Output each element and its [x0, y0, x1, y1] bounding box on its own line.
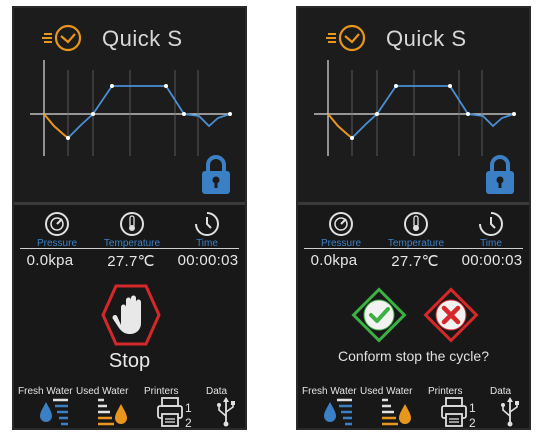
printer-number-1: 1	[185, 401, 192, 415]
printer-icon[interactable]: 1 2	[441, 396, 481, 430]
confirm-button[interactable]	[350, 286, 408, 344]
printer-icon[interactable]: 1 2	[157, 396, 197, 430]
program-name: Quick S	[386, 26, 467, 51]
gauge-icon	[329, 212, 353, 236]
cycle-pressure-graph	[314, 60, 516, 156]
clock-program-icon	[42, 24, 82, 52]
autoclave-screen-running: Quick S Pressure Temperature Time 0.0kpa…	[12, 6, 247, 430]
used-water-icon[interactable]	[380, 396, 412, 426]
time-value: 00:00:03	[461, 252, 523, 269]
clock-program-icon	[326, 24, 366, 52]
stop-hand-button[interactable]	[101, 283, 161, 347]
temperature-value: 27.7℃	[107, 253, 155, 270]
confirm-stop-message: Conform stop the cycle?	[338, 348, 489, 364]
fresh-water-icon[interactable]	[322, 396, 354, 426]
cycle-pressure-graph	[30, 60, 232, 156]
panel-divider	[298, 202, 529, 205]
cycle-graph-panel: Quick S	[298, 8, 529, 202]
cycle-graph-panel: Quick S	[14, 8, 245, 202]
clock-icon	[195, 212, 219, 236]
panel-divider	[14, 202, 245, 205]
thermometer-icon	[120, 212, 144, 236]
thermometer-icon	[404, 212, 428, 236]
sensor-readouts: Pressure Temperature Time 0.0kpa 27.7℃ 0…	[14, 208, 245, 278]
sensor-rule	[20, 248, 239, 249]
pressure-value: 0.0kpa	[310, 252, 358, 269]
pressure-value: 0.0kpa	[26, 252, 74, 269]
temperature-value: 27.7℃	[391, 253, 439, 270]
stop-label[interactable]: Stop	[14, 350, 245, 373]
printer-number-1: 1	[469, 401, 476, 415]
printer-number-2: 2	[469, 416, 476, 430]
printer-number-2: 2	[185, 416, 192, 430]
hand-icon	[112, 295, 141, 334]
padlock-icon[interactable]	[199, 154, 233, 196]
usb-icon[interactable]	[214, 396, 238, 428]
program-name: Quick S	[102, 26, 183, 51]
sensor-readouts: Pressure Temperature Time 0.0kpa 27.7℃ 0…	[298, 208, 529, 278]
padlock-icon[interactable]	[483, 154, 517, 196]
usb-icon[interactable]	[498, 396, 522, 428]
used-water-icon[interactable]	[96, 396, 128, 426]
sensor-rule	[304, 248, 523, 249]
autoclave-screen-confirm: Quick S Pressure Temperature Time 0.0kpa…	[296, 6, 531, 430]
gauge-icon	[45, 212, 69, 236]
fresh-water-icon[interactable]	[38, 396, 70, 426]
time-value: 00:00:03	[177, 252, 239, 269]
cancel-button[interactable]	[422, 286, 480, 344]
clock-icon	[479, 212, 503, 236]
